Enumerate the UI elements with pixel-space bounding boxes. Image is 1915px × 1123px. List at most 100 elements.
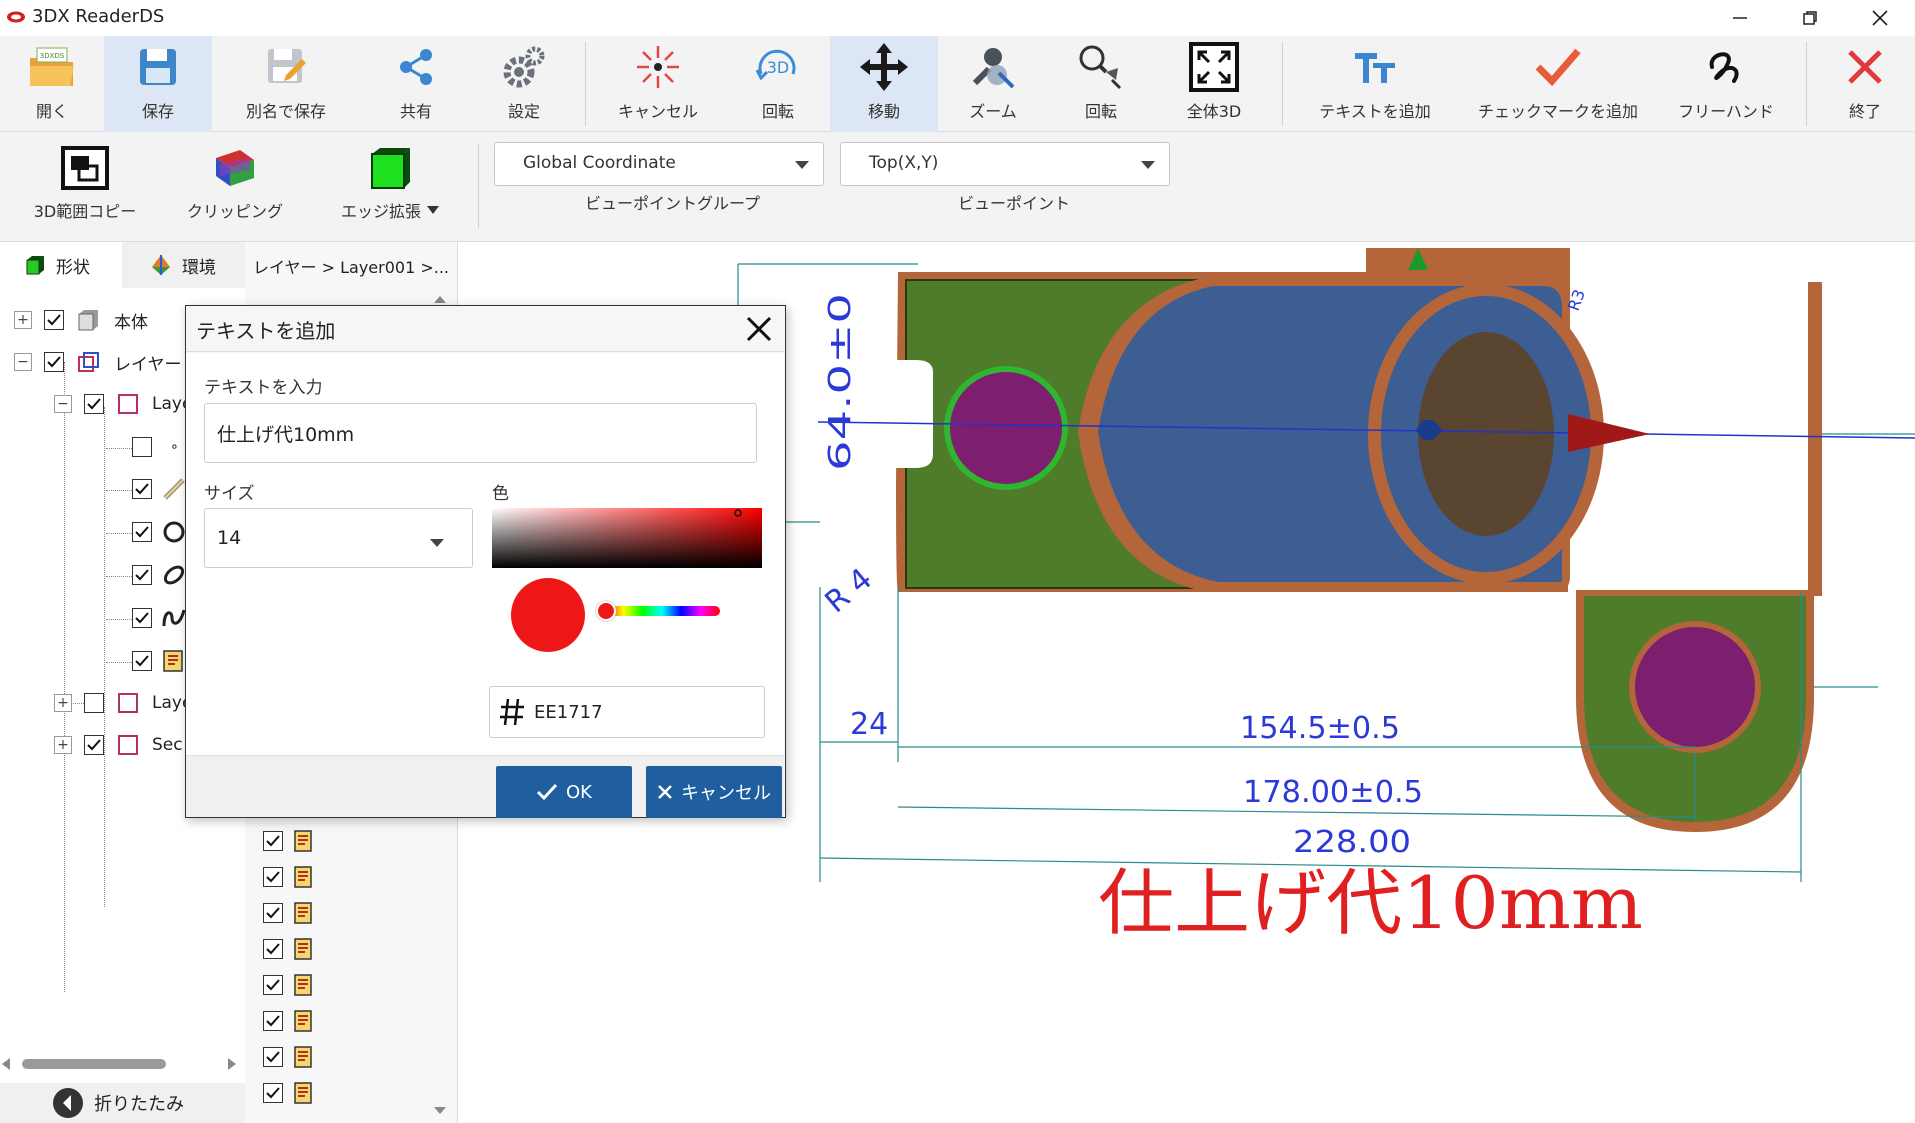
checkbox-annotation[interactable] [263, 1011, 283, 1031]
freehand-button[interactable]: フリーハンド [1676, 36, 1776, 132]
checkbox-annotation[interactable] [263, 939, 283, 959]
list-item[interactable] [263, 1044, 313, 1070]
expand-icon[interactable]: + [14, 311, 32, 329]
rotate-button[interactable]: 回転 [1056, 36, 1146, 132]
move-button[interactable]: 移動 [830, 36, 938, 132]
copy-range-icon [61, 146, 109, 190]
zoom-button[interactable]: ズーム [948, 36, 1038, 132]
main-toolbar: 3DXDS 開く 保存 別名で保存 共有 設定 キャンセル 3D 回転 移動 ズ… [0, 36, 1915, 132]
list-item[interactable] [263, 972, 313, 998]
checkbox-line[interactable] [132, 479, 152, 499]
scroll-up-icon[interactable] [433, 294, 447, 304]
tree-item-layer[interactable]: − レイヤー [14, 347, 182, 377]
size-select[interactable]: 14 [204, 508, 473, 568]
checkbox-note[interactable] [132, 651, 152, 671]
checkbox-layer-child[interactable] [84, 394, 104, 414]
checkbox-annotation[interactable] [263, 831, 283, 851]
note-icon [294, 974, 312, 996]
close-window-button[interactable] [1845, 0, 1915, 36]
restore-button[interactable] [1775, 0, 1845, 36]
hex-color-input[interactable] [534, 687, 754, 737]
note-icon [294, 1046, 312, 1068]
share-button[interactable]: 共有 [366, 36, 466, 132]
color-saturation-picker[interactable] [492, 508, 762, 568]
clipping-button[interactable]: クリッピング [180, 146, 290, 222]
rotate-3d-button[interactable]: 3D 回転 [730, 36, 826, 132]
checkbox-layer[interactable] [44, 352, 64, 372]
list-item[interactable] [263, 936, 313, 962]
tree-item-note[interactable] [132, 646, 184, 676]
tree-item-curve[interactable] [132, 603, 186, 633]
collapse-icon[interactable]: − [54, 395, 72, 413]
checkbox-curve[interactable] [132, 608, 152, 628]
cancel-button[interactable]: キャンセル [646, 766, 782, 818]
tree-item-ellipse[interactable] [132, 560, 186, 590]
fit-3d-button[interactable]: 全体3D [1164, 36, 1264, 132]
add-text-button[interactable]: テキストを追加 [1310, 36, 1440, 132]
dialog-close-icon[interactable] [744, 314, 774, 344]
viewpoint-select[interactable]: Top(X,Y) [840, 142, 1170, 186]
tree-item-circle[interactable] [132, 517, 186, 547]
layers-icon [78, 352, 99, 372]
expand-icon[interactable]: + [54, 694, 72, 712]
copy-3d-range-button[interactable]: 3D範囲コピー [30, 146, 140, 222]
tab-environment[interactable]: 環境 [122, 242, 245, 288]
minimize-button[interactable] [1705, 0, 1775, 36]
expand-icon[interactable]: + [54, 736, 72, 754]
toolbar-divider [1282, 42, 1283, 126]
checkbox-annotation[interactable] [263, 903, 283, 923]
checkbox-annotation[interactable] [263, 975, 283, 995]
tree-item-point[interactable]: ∘ [132, 432, 179, 462]
settings-button[interactable]: 設定 [474, 36, 574, 132]
collapse-arrow-icon [53, 1088, 83, 1118]
list-item[interactable] [263, 828, 313, 854]
cancel-tool-button[interactable]: キャンセル [602, 36, 714, 132]
checkbox-annotation[interactable] [263, 1083, 283, 1103]
freehand-icon [1709, 52, 1739, 83]
annotation-text[interactable]: 仕上げ代10mm [1098, 861, 1643, 945]
list-item[interactable] [263, 864, 313, 890]
hue-slider-thumb[interactable] [596, 601, 616, 621]
viewpoint-group-select[interactable]: Global Coordinate [494, 142, 824, 186]
dim-178-text: 178.00±0.5 [1243, 775, 1423, 810]
checkbox-point[interactable] [132, 437, 152, 457]
horizontal-scrollbar[interactable] [0, 1055, 240, 1073]
tree-item-layer-child-2[interactable]: + Laye [54, 688, 192, 718]
checkbox-ellipse[interactable] [132, 565, 152, 585]
exit-button[interactable]: 終了 [1820, 36, 1910, 132]
list-item[interactable] [263, 1008, 313, 1034]
scroll-down-icon[interactable] [433, 1106, 447, 1116]
note-icon [294, 938, 312, 960]
save-as-button[interactable]: 別名で保存 [230, 36, 342, 132]
tree-label-body: 本体 [114, 312, 148, 333]
tree-item-sec[interactable]: + Sec [54, 730, 183, 760]
check-icon [135, 483, 149, 495]
collapse-button[interactable]: 折りたたみ [0, 1083, 245, 1123]
checkbox-circle[interactable] [132, 522, 152, 542]
tree-label-sec: Sec [152, 735, 183, 755]
checkbox-body[interactable] [44, 310, 64, 330]
secondary-toolbar: 3D範囲コピー クリッピング エッジ拡張 Global Coordinate ビ… [0, 132, 1915, 242]
collapse-label: 折りたたみ [94, 1094, 184, 1115]
text-input[interactable] [204, 403, 757, 463]
hue-slider[interactable] [604, 606, 720, 616]
checkbox-layer-child-2[interactable] [84, 693, 104, 713]
list-item[interactable] [263, 900, 313, 926]
move-label: 移動 [867, 102, 900, 121]
checkbox-annotation[interactable] [263, 867, 283, 887]
tab-shape[interactable]: 形状 [0, 242, 122, 288]
tree-item-layer-child[interactable]: − Laye [54, 389, 192, 419]
checkbox-annotation[interactable] [263, 1047, 283, 1067]
list-item[interactable] [263, 1080, 313, 1106]
ok-button[interactable]: OK [496, 766, 632, 818]
tab-environment-label: 環境 [182, 257, 216, 278]
add-checkmark-button[interactable]: チェックマークを追加 [1478, 36, 1638, 132]
collapse-icon[interactable]: − [14, 353, 32, 371]
tree-item-body[interactable]: + 本体 [14, 305, 148, 335]
edge-expand-button[interactable]: エッジ拡張 [330, 146, 450, 222]
open-button[interactable]: 3DXDS 開く [0, 36, 104, 132]
dropdown-arrow-icon [427, 206, 439, 214]
checkbox-sec[interactable] [84, 735, 104, 755]
save-button[interactable]: 保存 [104, 36, 212, 132]
tree-item-line[interactable] [132, 474, 186, 504]
